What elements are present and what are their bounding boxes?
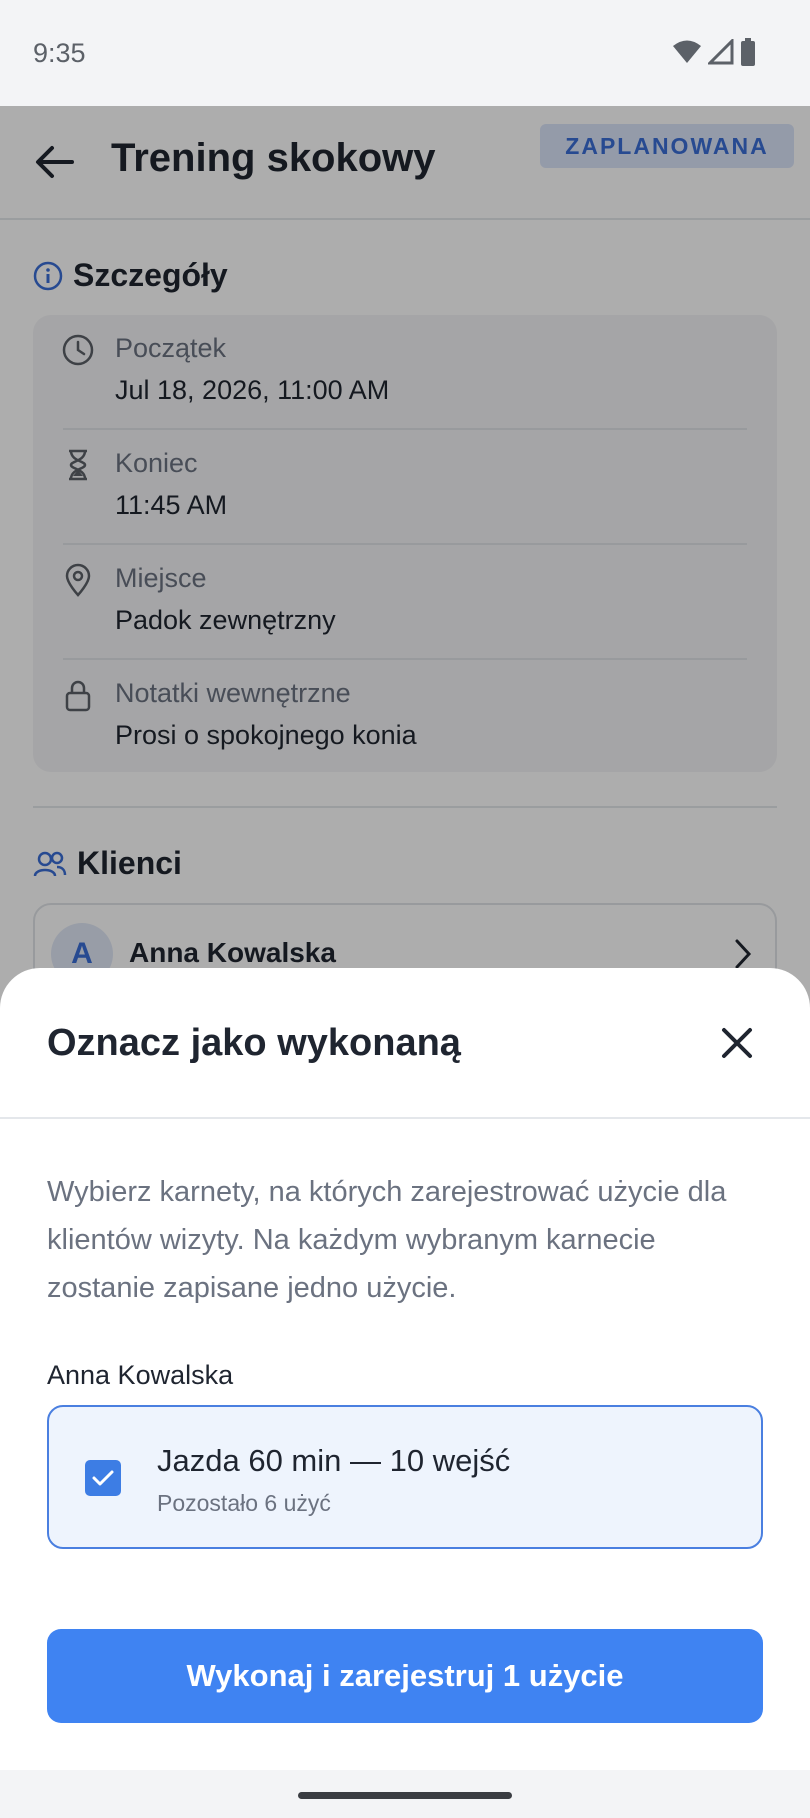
pass-remaining: Pozostało 6 użyć: [157, 1490, 331, 1516]
signal-icon: [708, 39, 734, 65]
status-icons: [672, 38, 756, 66]
divider: [0, 1117, 810, 1119]
status-time: 9:35: [33, 38, 86, 68]
close-button[interactable]: [706, 1012, 768, 1074]
wifi-icon: [673, 40, 701, 63]
pass-checkbox[interactable]: [85, 1460, 121, 1496]
battery-icon: [741, 38, 755, 66]
sheet-title: Oznacz jako wykonaną: [47, 1022, 461, 1064]
home-indicator[interactable]: [298, 1792, 512, 1799]
pass-option[interactable]: Jazda 60 min — 10 wejść Pozostało 6 użyć: [47, 1405, 763, 1549]
close-icon: [722, 1028, 752, 1058]
confirm-button[interactable]: Wykonaj i zarejestruj 1 użycie: [47, 1629, 763, 1723]
checkmark-icon: [92, 1470, 114, 1486]
status-bar: 9:35: [0, 0, 810, 106]
pass-client-name: Anna Kowalska: [47, 1360, 234, 1390]
sheet-description: Wybierz karnety, na których zarejestrowa…: [47, 1176, 727, 1304]
bottom-sheet: Oznacz jako wykonaną Wybierz karnety, na…: [0, 968, 810, 1818]
pass-name: Jazda 60 min — 10 wejść: [157, 1443, 511, 1478]
